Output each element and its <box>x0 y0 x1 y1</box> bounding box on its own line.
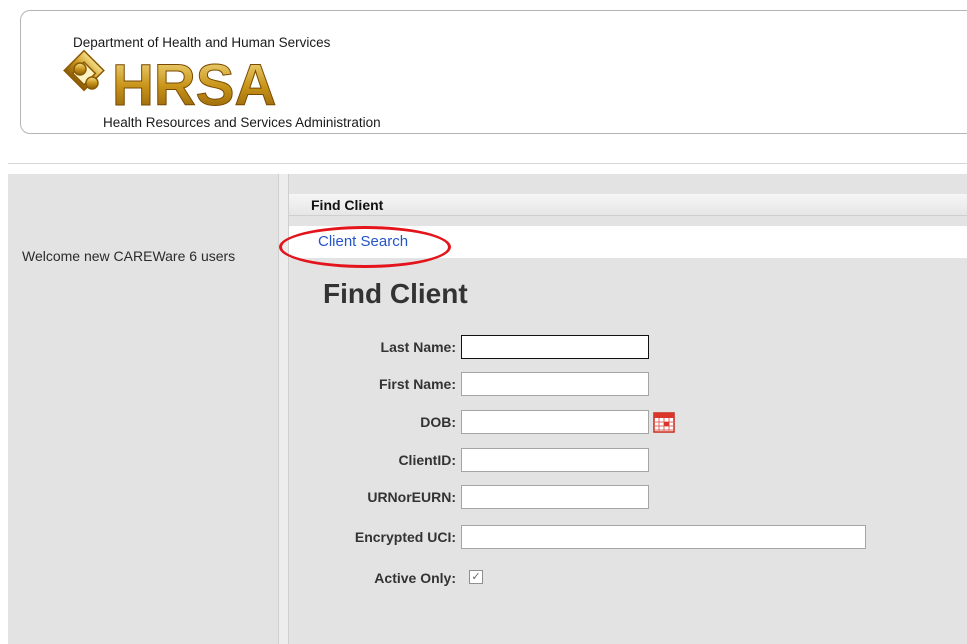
form-row-urn: URNorEURN: <box>289 485 456 511</box>
first-name-input[interactable] <box>461 372 649 396</box>
welcome-message[interactable]: Welcome new CAREWare 6 users <box>22 248 242 264</box>
main-panel: Find Client Client Search Find Client La… <box>279 174 967 644</box>
agency-name: Health Resources and Services Administra… <box>103 115 381 130</box>
active-only-checkbox[interactable]: ✓ <box>469 570 483 584</box>
hrsa-emblem-icon: HRSA <box>63 49 277 119</box>
svg-text:HRSA: HRSA <box>112 53 276 113</box>
active-only-label: Active Only: <box>374 570 456 586</box>
dob-input[interactable] <box>461 410 649 434</box>
first-name-label: First Name: <box>378 376 456 392</box>
form-row-last-name: Last Name: <box>289 335 456 361</box>
panel-title: Find Client <box>289 194 967 216</box>
calendar-icon[interactable] <box>653 411 675 433</box>
client-id-input[interactable] <box>461 448 649 472</box>
last-name-input[interactable] <box>461 335 649 359</box>
encrypted-uci-label: Encrypted UCI: <box>354 529 456 545</box>
last-name-label: Last Name: <box>380 339 456 355</box>
divider <box>8 163 967 174</box>
form-row-dob: DOB: <box>289 410 456 436</box>
client-id-label: ClientID: <box>398 452 456 468</box>
hrsa-logo: HRSA <box>54 49 314 119</box>
urn-label: URNorEURN: <box>367 489 456 505</box>
breadcrumb: Client Search <box>279 226 967 268</box>
header-banner: Department of Health and Human Services … <box>20 10 967 134</box>
form-row-active-only: Active Only: <box>289 566 456 592</box>
page-title: Find Client <box>323 278 468 309</box>
department-name: Department of Health and Human Services <box>73 35 331 50</box>
breadcrumb-client-search[interactable]: Client Search <box>318 233 408 250</box>
form-row-encrypted-uci: Encrypted UCI: <box>289 525 456 551</box>
form-row-client-id: ClientID: <box>289 448 456 474</box>
form-row-first-name: First Name: <box>289 372 456 398</box>
urn-input[interactable] <box>461 485 649 509</box>
encrypted-uci-input[interactable] <box>461 525 866 549</box>
sidebar: Welcome new CAREWare 6 users <box>8 174 279 644</box>
dob-label: DOB: <box>420 414 456 430</box>
